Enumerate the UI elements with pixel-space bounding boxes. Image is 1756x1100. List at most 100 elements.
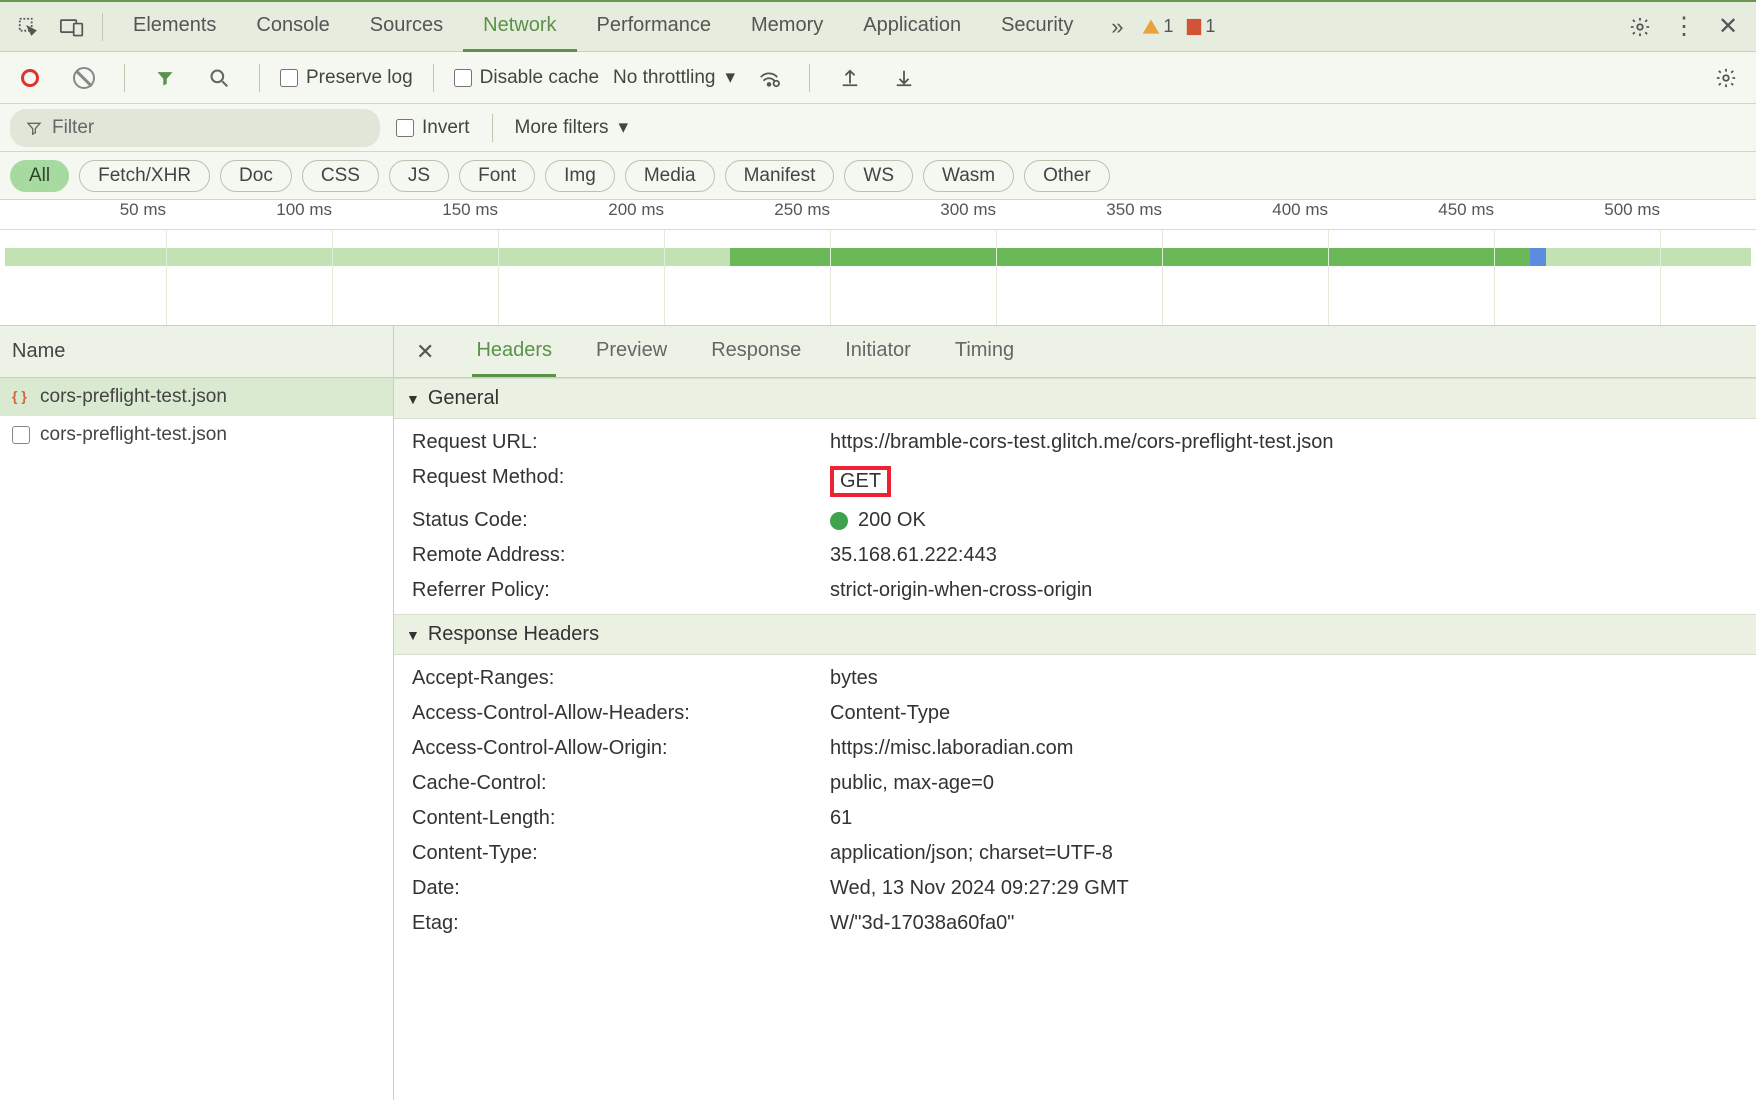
- detail-tab-initiator[interactable]: Initiator: [841, 327, 915, 377]
- device-toggle-icon[interactable]: [52, 7, 92, 47]
- main-tab-console[interactable]: Console: [236, 2, 349, 52]
- header-key: Access-Control-Allow-Origin:: [412, 737, 830, 760]
- type-filter-manifest[interactable]: Manifest: [725, 160, 835, 192]
- main-tabs: ElementsConsoleSourcesNetworkPerformance…: [113, 2, 1093, 52]
- header-value: strict-origin-when-cross-origin: [830, 579, 1738, 602]
- invert-checkbox[interactable]: Invert: [396, 117, 470, 139]
- warnings-badge[interactable]: 1: [1141, 16, 1173, 37]
- main-tab-security[interactable]: Security: [981, 2, 1093, 52]
- type-filter-js[interactable]: JS: [389, 160, 449, 192]
- search-icon[interactable]: [199, 58, 239, 98]
- network-toolbar: Preserve log Disable cache No throttling…: [0, 52, 1756, 104]
- highlighted-method: GET: [830, 466, 891, 497]
- filter-toggle-icon[interactable]: [145, 58, 185, 98]
- settings-icon[interactable]: [1620, 7, 1660, 47]
- header-value: 200 OK: [830, 509, 1738, 532]
- divider: [433, 64, 434, 92]
- request-row[interactable]: cors-preflight-test.json: [0, 416, 393, 454]
- header-row: Access-Control-Allow-Headers:Content-Typ…: [412, 696, 1738, 731]
- issues-badge[interactable]: 1: [1185, 16, 1215, 37]
- detail-tab-headers[interactable]: Headers: [472, 327, 556, 377]
- type-filter-ws[interactable]: WS: [844, 160, 913, 192]
- download-har-icon[interactable]: [884, 58, 924, 98]
- close-detail-icon[interactable]: ✕: [408, 339, 442, 365]
- divider: [809, 64, 810, 92]
- main-tab-network[interactable]: Network: [463, 2, 576, 52]
- type-filter-css[interactable]: CSS: [302, 160, 379, 192]
- header-row: Date:Wed, 13 Nov 2024 09:27:29 GMT: [412, 871, 1738, 906]
- header-key: Accept-Ranges:: [412, 667, 830, 690]
- timeline-tick: 100 ms: [166, 200, 332, 229]
- header-value: https://misc.laboradian.com: [830, 737, 1738, 760]
- detail-tabs: ✕ Headers Preview Response Initiator Timing: [394, 326, 1756, 378]
- timeline-tick: 300 ms: [830, 200, 996, 229]
- main-split: Name { }cors-preflight-test.jsoncors-pre…: [0, 326, 1756, 1100]
- status-dot-icon: [830, 512, 848, 530]
- type-filter-font[interactable]: Font: [459, 160, 535, 192]
- close-icon[interactable]: ✕: [1708, 7, 1748, 47]
- header-value: https://bramble-cors-test.glitch.me/cors…: [830, 431, 1738, 454]
- request-name: cors-preflight-test.json: [40, 386, 227, 408]
- timeline-tick: 50 ms: [0, 200, 166, 229]
- divider: [259, 64, 260, 92]
- main-tab-elements[interactable]: Elements: [113, 2, 236, 52]
- clear-button[interactable]: [64, 58, 104, 98]
- general-section-header[interactable]: General: [394, 378, 1756, 419]
- request-row[interactable]: { }cors-preflight-test.json: [0, 378, 393, 416]
- timeline-tick: 400 ms: [1162, 200, 1328, 229]
- divider: [102, 13, 103, 41]
- header-value: public, max-age=0: [830, 772, 1738, 795]
- header-row: Accept-Ranges:bytes: [412, 661, 1738, 696]
- panel-settings-icon[interactable]: [1706, 58, 1746, 98]
- header-row: Content-Type:application/json; charset=U…: [412, 836, 1738, 871]
- detail-tab-preview[interactable]: Preview: [592, 327, 671, 377]
- header-row: Remote Address:35.168.61.222:443: [412, 538, 1738, 573]
- header-value: Wed, 13 Nov 2024 09:27:29 GMT: [830, 877, 1738, 900]
- kebab-icon[interactable]: ⋮: [1664, 7, 1704, 47]
- name-column-header[interactable]: Name: [0, 326, 393, 378]
- filter-placeholder: Filter: [52, 117, 94, 139]
- type-filter-other[interactable]: Other: [1024, 160, 1110, 192]
- chevron-down-icon: ▾: [619, 116, 629, 139]
- header-value: 61: [830, 807, 1738, 830]
- main-tab-sources[interactable]: Sources: [350, 2, 463, 52]
- header-key: Request URL:: [412, 431, 830, 454]
- header-key: Content-Type:: [412, 842, 830, 865]
- more-filters-dropdown[interactable]: More filters ▾: [515, 116, 629, 139]
- funnel-icon: [26, 120, 42, 136]
- timeline-overview[interactable]: 50 ms100 ms150 ms200 ms250 ms300 ms350 m…: [0, 200, 1756, 326]
- network-conditions-icon[interactable]: [749, 58, 789, 98]
- record-button[interactable]: [10, 58, 50, 98]
- header-value: bytes: [830, 667, 1738, 690]
- header-row: Referrer Policy:strict-origin-when-cross…: [412, 573, 1738, 608]
- detail-tab-timing[interactable]: Timing: [951, 327, 1018, 377]
- type-filter-all[interactable]: All: [10, 160, 69, 192]
- header-value: GET: [830, 466, 1738, 497]
- more-tabs-icon[interactable]: »: [1097, 7, 1137, 47]
- type-filter-bar: All Fetch/XHR Doc CSS JS Font Img Media Manifest…: [0, 152, 1756, 200]
- type-filter-wasm[interactable]: Wasm: [923, 160, 1014, 192]
- divider: [492, 114, 493, 142]
- type-filter-media[interactable]: Media: [625, 160, 715, 192]
- main-tab-memory[interactable]: Memory: [731, 2, 843, 52]
- type-filter-fetch-xhr[interactable]: Fetch/XHR: [79, 160, 210, 192]
- timeline-tick: 500 ms: [1494, 200, 1660, 229]
- filter-input[interactable]: Filter: [10, 109, 380, 147]
- upload-har-icon[interactable]: [830, 58, 870, 98]
- chevron-down-icon: ▾: [725, 66, 735, 89]
- disable-cache-checkbox[interactable]: Disable cache: [454, 67, 599, 89]
- header-row: Etag:W/"3d-17038a60fa0": [412, 906, 1738, 941]
- main-tab-performance[interactable]: Performance: [577, 2, 732, 52]
- preserve-log-checkbox[interactable]: Preserve log: [280, 67, 413, 89]
- timeline-tick: 350 ms: [996, 200, 1162, 229]
- throttling-select[interactable]: No throttling ▾: [613, 66, 735, 89]
- main-tab-application[interactable]: Application: [843, 2, 981, 52]
- response-headers-section-header[interactable]: Response Headers: [394, 614, 1756, 655]
- header-key: Request Method:: [412, 466, 830, 497]
- type-filter-doc[interactable]: Doc: [220, 160, 292, 192]
- divider: [124, 64, 125, 92]
- detail-tab-response[interactable]: Response: [707, 327, 805, 377]
- type-filter-img[interactable]: Img: [545, 160, 615, 192]
- inspect-icon[interactable]: [8, 7, 48, 47]
- header-row: Content-Length:61: [412, 801, 1738, 836]
